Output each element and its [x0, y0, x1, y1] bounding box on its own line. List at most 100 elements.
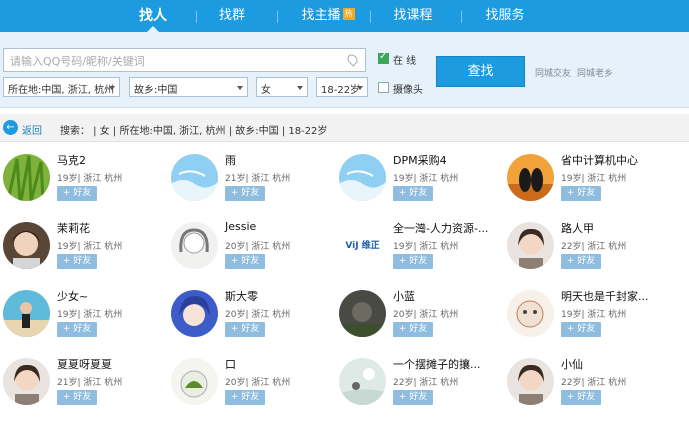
result-name[interactable]: 小仙 [561, 356, 583, 372]
result-name[interactable]: 马克2 [57, 152, 86, 168]
result-name[interactable]: 一个摆摊子的攘... [393, 356, 481, 372]
add-friend-button[interactable]: + 好友 [57, 186, 97, 201]
result-card[interactable]: 明天也是千封家... 19岁| 浙江 杭州 + 好友 [504, 284, 674, 352]
location-select[interactable]: 所在地:中国, 浙江, 杭州 [3, 77, 120, 97]
result-info: 19岁| 浙江 杭州 [57, 242, 123, 252]
add-friend-button[interactable]: + 好友 [561, 390, 601, 405]
filter-summary: 搜索： | 女 | 所在地:中国, 浙江, 杭州 | 故乡:中国 | 18-22… [60, 126, 328, 137]
result-name[interactable]: 省中计算机中心 [561, 152, 638, 168]
add-friend-button[interactable]: + 好友 [393, 186, 433, 201]
same-city-link[interactable]: 同城交友 [535, 66, 571, 79]
result-info: 21岁| 浙江 杭州 [57, 378, 123, 388]
result-card[interactable]: 小仙 22岁| 浙江 杭州 + 好友 [504, 352, 674, 420]
result-info: 21岁| 浙江 杭州 [225, 174, 291, 184]
result-name[interactable]: 明天也是千封家... [561, 288, 649, 304]
search-placeholder: 请输入QQ号码/昵称/关键词 [10, 55, 145, 68]
result-card[interactable]: ViJ 维正 全一灣-人力资源-... 19岁| 浙江 杭州 + 好友 [336, 216, 506, 284]
webcam-label: 摄像头 [393, 85, 423, 96]
result-info: 20岁| 浙江 杭州 [393, 310, 459, 320]
result-info: 20岁| 浙江 杭州 [225, 242, 291, 252]
result-name[interactable]: 夏夏呀夏夏 [57, 356, 112, 372]
add-friend-button[interactable]: + 好友 [57, 254, 97, 269]
add-friend-button[interactable]: + 好友 [393, 322, 433, 337]
avatar[interactable] [3, 222, 50, 269]
tab-find-groups[interactable]: 找群 [214, 6, 250, 32]
add-friend-button[interactable]: + 好友 [561, 186, 601, 201]
result-name[interactable]: DPM采购4 [393, 152, 447, 168]
result-card[interactable]: 雨 21岁| 浙江 杭州 + 好友 [168, 148, 338, 216]
result-card[interactable]: 小蓝 20岁| 浙江 杭州 + 好友 [336, 284, 506, 352]
find-button[interactable]: 查找 [436, 56, 525, 87]
result-card[interactable]: 马克2 19岁| 浙江 杭州 + 好友 [0, 148, 170, 216]
result-info: 19岁| 浙江 杭州 [393, 174, 459, 184]
avatar[interactable] [3, 154, 50, 201]
avatar[interactable] [339, 290, 386, 337]
avatar[interactable] [339, 358, 386, 405]
age-select[interactable]: 18-22岁 [316, 77, 368, 97]
avatar[interactable] [507, 222, 554, 269]
result-card[interactable]: 夏夏呀夏夏 21岁| 浙江 杭州 + 好友 [0, 352, 170, 420]
result-name[interactable]: 少女~ [57, 288, 88, 304]
avatar[interactable] [171, 290, 218, 337]
avatar[interactable] [3, 290, 50, 337]
add-friend-button[interactable]: + 好友 [393, 390, 433, 405]
avatar[interactable] [3, 358, 50, 405]
result-name[interactable]: Jessie [225, 220, 256, 233]
result-info: 20岁| 浙江 杭州 [225, 310, 291, 320]
avatar[interactable] [171, 358, 218, 405]
result-name[interactable]: 口 [225, 356, 236, 372]
avatar[interactable] [507, 154, 554, 201]
add-friend-button[interactable]: + 好友 [561, 254, 601, 269]
add-friend-button[interactable]: + 好友 [57, 322, 97, 337]
tab-label: 找人 [139, 8, 167, 24]
result-card[interactable]: 口 20岁| 浙江 杭州 + 好友 [168, 352, 338, 420]
search-panel: 请输入QQ号码/昵称/关键词 在 线 所在地:中国, 浙江, 杭州 故乡:中国 … [0, 32, 689, 108]
avatar[interactable] [339, 154, 386, 201]
result-name[interactable]: 路人甲 [561, 220, 594, 236]
tab-label: 找服务 [485, 8, 525, 23]
tab-find-services[interactable]: 找服务 [482, 6, 528, 32]
hometown-select[interactable]: 故乡:中国 [129, 77, 248, 97]
back-link[interactable]: 返回 [22, 122, 42, 137]
result-card[interactable]: 茉莉花 19岁| 浙江 杭州 + 好友 [0, 216, 170, 284]
age-value: 18-22岁 [321, 85, 361, 96]
tab-label: 找课程 [393, 8, 433, 23]
tab-find-streamers[interactable]: 找主播热 [298, 6, 358, 32]
result-card[interactable]: 少女~ 19岁| 浙江 杭州 + 好友 [0, 284, 170, 352]
result-card[interactable]: 一个摆摊子的攘... 22岁| 浙江 杭州 + 好友 [336, 352, 506, 420]
result-name[interactable]: 茉莉花 [57, 220, 90, 236]
avatar[interactable] [171, 154, 218, 201]
result-name[interactable]: 斯大零 [225, 288, 258, 304]
location-pin-icon[interactable] [345, 52, 360, 67]
result-card[interactable]: 斯大零 20岁| 浙江 杭州 + 好友 [168, 284, 338, 352]
result-card[interactable]: Jessie 20岁| 浙江 杭州 + 好友 [168, 216, 338, 284]
search-input[interactable]: 请输入QQ号码/昵称/关键词 [3, 48, 366, 72]
fellow-townsman-link[interactable]: 同城老乡 [577, 66, 613, 79]
avatar[interactable]: ViJ 维正 [339, 222, 386, 269]
result-name[interactable]: 全一灣-人力资源-... [393, 220, 488, 236]
add-friend-button[interactable]: + 好友 [225, 322, 265, 337]
add-friend-button[interactable]: + 好友 [561, 322, 601, 337]
gender-select[interactable]: 女 [256, 77, 308, 97]
tab-find-courses[interactable]: 找课程 [390, 6, 436, 32]
result-info: 19岁| 浙江 杭州 [57, 174, 123, 184]
back-arrow-icon[interactable]: ← [3, 120, 18, 135]
avatar[interactable] [171, 222, 218, 269]
result-card[interactable]: 省中计算机中心 19岁| 浙江 杭州 + 好友 [504, 148, 674, 216]
chevron-down-icon [237, 86, 243, 90]
webcam-checkbox[interactable] [378, 82, 389, 93]
add-friend-button[interactable]: + 好友 [225, 254, 265, 269]
online-checkbox[interactable] [378, 51, 389, 64]
result-name[interactable]: 雨 [225, 152, 236, 168]
avatar[interactable] [507, 290, 554, 337]
tab-find-people[interactable]: 找人 [135, 6, 171, 32]
result-card[interactable]: DPM采购4 19岁| 浙江 杭州 + 好友 [336, 148, 506, 216]
result-name[interactable]: 小蓝 [393, 288, 415, 304]
avatar[interactable] [507, 358, 554, 405]
add-friend-button[interactable]: + 好友 [393, 254, 433, 269]
add-friend-button[interactable]: + 好友 [225, 390, 265, 405]
add-friend-button[interactable]: + 好友 [225, 186, 265, 201]
result-info: 19岁| 浙江 杭州 [561, 174, 627, 184]
add-friend-button[interactable]: + 好友 [57, 390, 97, 405]
result-card[interactable]: 路人甲 22岁| 浙江 杭州 + 好友 [504, 216, 674, 284]
